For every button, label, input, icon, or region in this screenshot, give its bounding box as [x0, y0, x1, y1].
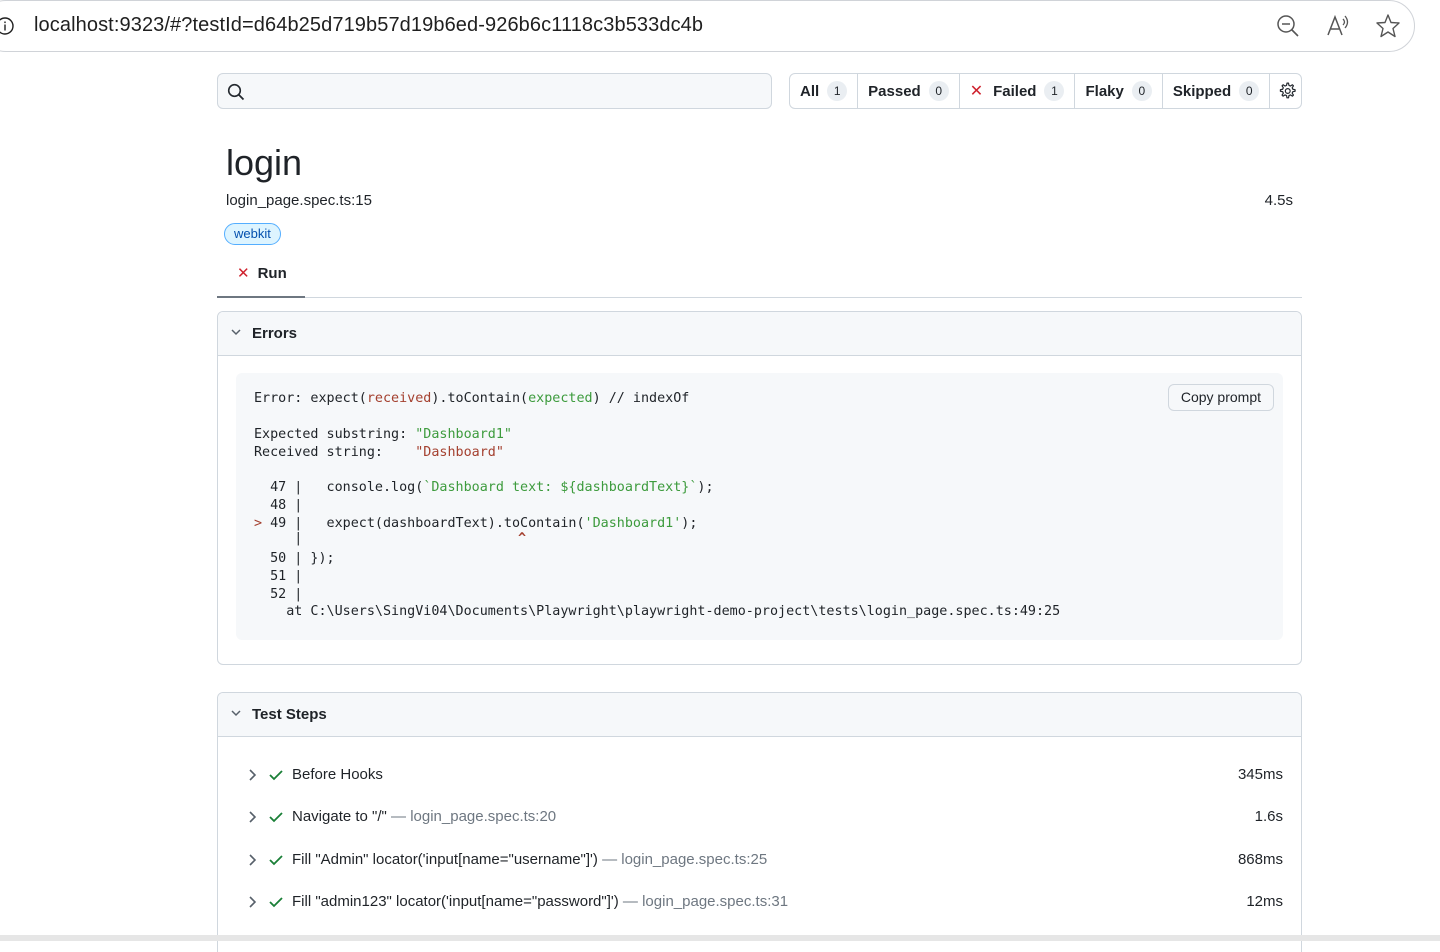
step-duration: 345ms	[1237, 766, 1283, 783]
step-label: Fill "Admin" locator('input[name="userna…	[292, 851, 768, 868]
test-steps-header[interactable]: Test Steps	[218, 693, 1301, 737]
settings-button[interactable]	[1270, 74, 1301, 108]
browser-address-bar[interactable]: localhost:9323/#?testId=d64b25d719b57d19…	[0, 0, 1415, 52]
check-icon	[268, 763, 284, 795]
cross-icon: ✕	[237, 265, 250, 282]
error-line: Error: expect(received).toContain(expect…	[254, 391, 690, 406]
test-location[interactable]: login_page.spec.ts:15	[226, 192, 372, 209]
errors-heading: Errors	[252, 325, 298, 342]
code-line: 50 | });	[254, 551, 335, 566]
filter-all[interactable]: All 1	[790, 74, 859, 108]
step-label: Navigate to "/" — login_page.spec.ts:20	[292, 808, 557, 825]
filter-count: 0	[1131, 81, 1152, 101]
code-line-highlighted: > 49 | expect(dashboardText).toContain('…	[254, 516, 698, 531]
info-icon[interactable]	[0, 16, 15, 36]
filter-flaky[interactable]: Flaky 0	[1075, 74, 1163, 108]
tab-label: Run	[257, 265, 287, 282]
filter-label: Passed	[868, 82, 921, 100]
stack-location[interactable]: at C:\Users\SingVi04\Documents\Playwrigh…	[254, 604, 1060, 619]
filter-count: 1	[1044, 81, 1065, 101]
status-filter-bar: All 1 Passed 0 ✕ Failed 1 Flaky 0 Skippe…	[789, 73, 1302, 109]
read-aloud-icon[interactable]	[1326, 13, 1350, 39]
error-caret: ^	[518, 531, 527, 546]
code-line: 51 |	[254, 569, 303, 584]
errors-header[interactable]: Errors	[218, 312, 1301, 356]
test-step[interactable]: Fill "admin123" locator('input[name="pas…	[246, 890, 1283, 914]
errors-panel: Errors Copy prompt Error: expect(receive…	[217, 311, 1302, 665]
filter-label: Flaky	[1085, 82, 1124, 100]
chevron-right-icon[interactable]	[246, 848, 258, 880]
favorite-star-icon[interactable]	[1376, 13, 1400, 39]
check-icon	[268, 848, 284, 880]
search-icon	[227, 83, 245, 101]
test-duration: 4.5s	[1264, 192, 1293, 209]
error-message: Copy prompt Error: expect(received).toCo…	[236, 373, 1283, 640]
window-bottom-edge	[0, 935, 1440, 941]
project-tag[interactable]: webkit	[224, 223, 281, 245]
received-line: Received string: "Dashboard"	[254, 445, 504, 460]
step-label: Fill "admin123" locator('input[name="pas…	[292, 893, 789, 910]
step-duration: 12ms	[1246, 893, 1283, 910]
chevron-down-icon	[230, 312, 244, 355]
test-steps-panel: Test Steps Before Hooks 345ms Navigate t…	[217, 692, 1302, 952]
code-line: 48 |	[254, 498, 303, 513]
cross-icon: ✕	[969, 83, 984, 100]
expected-line: Expected substring: "Dashboard1"	[254, 427, 512, 442]
chevron-right-icon[interactable]	[246, 890, 258, 922]
url-text[interactable]: localhost:9323/#?testId=d64b25d719b57d19…	[34, 14, 703, 37]
filter-passed[interactable]: Passed 0	[858, 74, 960, 108]
filter-label: Failed	[993, 82, 1037, 100]
chevron-right-icon[interactable]	[246, 805, 258, 837]
test-steps-heading: Test Steps	[252, 706, 327, 723]
filter-count: 0	[928, 81, 949, 101]
filter-count: 0	[1239, 81, 1260, 101]
test-step[interactable]: Before Hooks 345ms	[246, 763, 1283, 787]
filter-label: All	[800, 82, 820, 100]
filter-skipped[interactable]: Skipped 0	[1163, 74, 1271, 108]
step-duration: 868ms	[1237, 851, 1283, 868]
filter-count: 1	[827, 81, 848, 101]
test-step[interactable]: Navigate to "/" — login_page.spec.ts:20 …	[246, 805, 1283, 829]
gear-icon	[1280, 82, 1296, 99]
search-input[interactable]	[217, 73, 772, 109]
chevron-right-icon[interactable]	[246, 763, 258, 795]
step-label: Before Hooks	[292, 766, 383, 783]
copy-prompt-button[interactable]: Copy prompt	[1167, 384, 1274, 411]
step-duration: 1.6s	[1254, 808, 1283, 825]
zoom-out-icon[interactable]	[1276, 13, 1300, 39]
caret-line: |	[254, 531, 303, 546]
tab-run[interactable]: ✕ Run	[217, 256, 305, 298]
result-tabs: ✕ Run	[217, 256, 1302, 298]
code-line: 47 | console.log(`Dashboard text: ${dash…	[254, 480, 714, 495]
check-icon	[268, 805, 284, 837]
test-step[interactable]: Fill "Admin" locator('input[name="userna…	[246, 848, 1283, 872]
check-icon	[268, 890, 284, 922]
filter-failed[interactable]: ✕ Failed 1	[960, 74, 1076, 108]
code-line: 52 |	[254, 587, 303, 602]
chevron-down-icon	[230, 693, 244, 736]
filter-label: Skipped	[1172, 82, 1232, 100]
test-title: login	[226, 142, 303, 183]
